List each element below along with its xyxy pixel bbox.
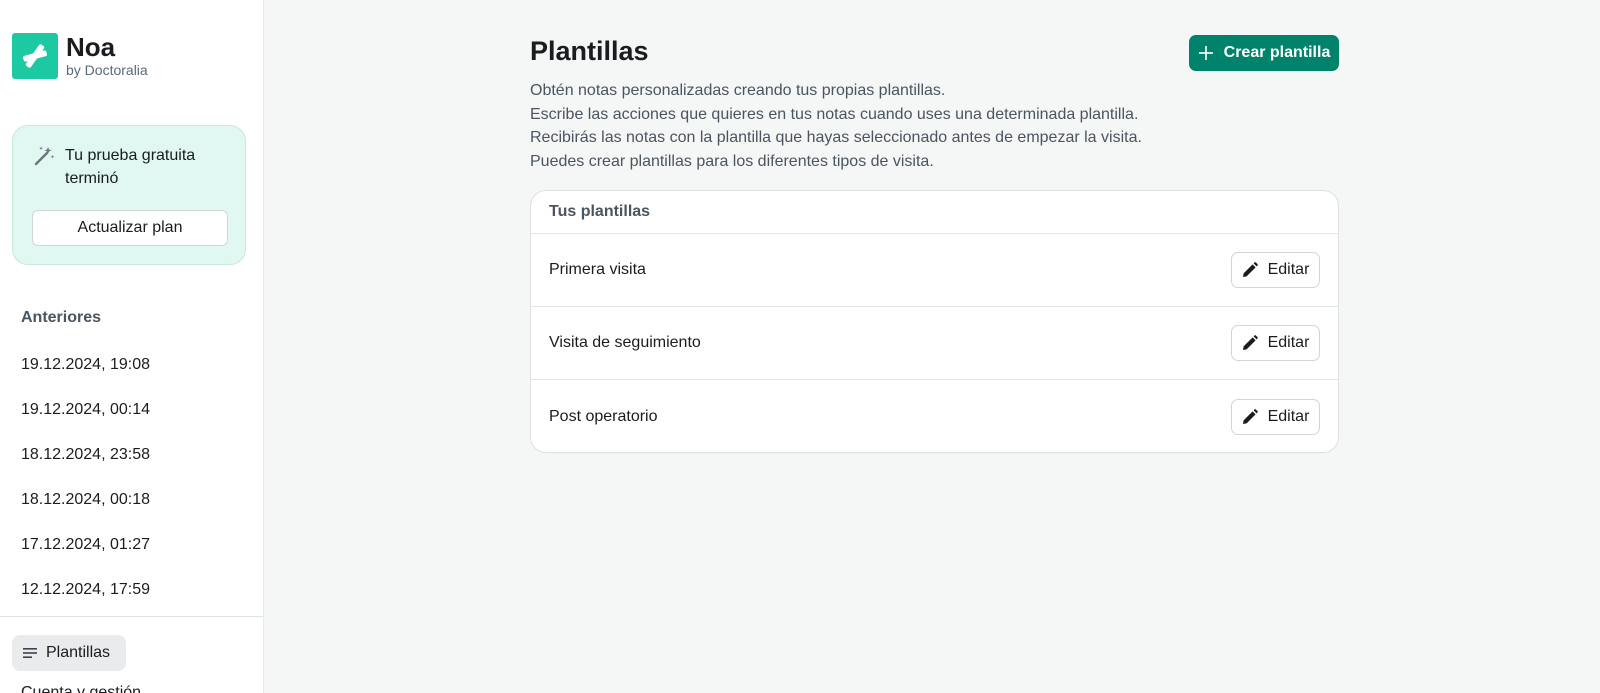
description-line: Recibirás las notas con la plantilla que… [530, 129, 1142, 146]
page-title: Plantillas [530, 36, 649, 66]
edit-label: Editar [1267, 261, 1310, 278]
history-list: 19.12.2024, 19:08 19.12.2024, 00:14 18.1… [0, 342, 263, 612]
template-row: Visita de seguimiento Editar [531, 307, 1338, 380]
template-name: Primera visita [549, 261, 646, 278]
create-template-label: Crear plantilla [1223, 44, 1331, 61]
brand-name: Noa [66, 31, 116, 62]
template-name: Visita de seguimiento [549, 334, 701, 351]
brand-text: Noa by Doctoralia [66, 34, 148, 79]
templates-card-title: Tus plantillas [531, 191, 1338, 234]
magic-wand-icon [33, 145, 55, 167]
trial-message: Tu prueba gratuita terminó [65, 147, 196, 187]
create-template-button[interactable]: Crear plantilla [1189, 35, 1339, 71]
description-line: Puedes crear plantillas para los diferen… [530, 152, 934, 170]
doctoralia-logo-icon [12, 33, 58, 79]
trial-card: Tu prueba gratuita terminó Actualizar pl… [12, 125, 246, 265]
nav-item-label: Plantillas [46, 644, 111, 661]
history-item[interactable]: 12.12.2024, 17:59 [0, 567, 263, 612]
brand-subtitle: by Doctoralia [66, 61, 148, 78]
description-line: Obtén notas personalizadas creando tus p… [530, 82, 946, 99]
edit-label: Editar [1267, 407, 1310, 425]
history-item[interactable]: 18.12.2024, 00:18 [0, 477, 263, 522]
template-row: Post operatorio Editar [531, 380, 1338, 452]
edit-template-button[interactable]: Editar [1231, 325, 1320, 361]
history-item[interactable]: 19.12.2024, 19:08 [0, 342, 263, 387]
template-name: Post operatorio [549, 407, 658, 425]
plus-icon [1198, 45, 1214, 61]
page-description: Obtén notas personalizadas creando tus p… [530, 79, 1142, 173]
history-item[interactable]: 17.12.2024, 01:27 [0, 522, 263, 567]
edit-template-button[interactable]: Editar [1231, 252, 1320, 288]
brand[interactable]: Noa by Doctoralia [12, 33, 148, 79]
description-line: Escribe las acciones que quieres en tus … [530, 105, 1139, 123]
pencil-icon [1242, 408, 1258, 425]
pencil-icon [1242, 335, 1258, 351]
upgrade-plan-button[interactable]: Actualizar plan [32, 210, 228, 246]
lines-icon [22, 645, 38, 661]
nav-item-account[interactable]: Cuenta y gestión [21, 684, 141, 693]
edit-template-button[interactable]: Editar [1231, 398, 1320, 435]
nav-item-plantillas[interactable]: Plantillas [12, 635, 126, 671]
trial-message-row: Tu prueba gratuita terminó [33, 144, 235, 190]
sidebar-divider [0, 616, 263, 617]
edit-label: Editar [1267, 334, 1310, 351]
history-item[interactable]: 18.12.2024, 23:58 [0, 432, 263, 477]
templates-card: Tus plantillas Primera visita Editar Vis… [530, 190, 1339, 453]
sidebar: Noa by Doctoralia Tu prueba gratuita ter… [0, 0, 264, 693]
history-item[interactable]: 19.12.2024, 00:14 [0, 387, 263, 432]
pencil-icon [1242, 262, 1258, 278]
template-row: Primera visita Editar [531, 234, 1338, 307]
history-section-title: Anteriores [21, 309, 102, 326]
